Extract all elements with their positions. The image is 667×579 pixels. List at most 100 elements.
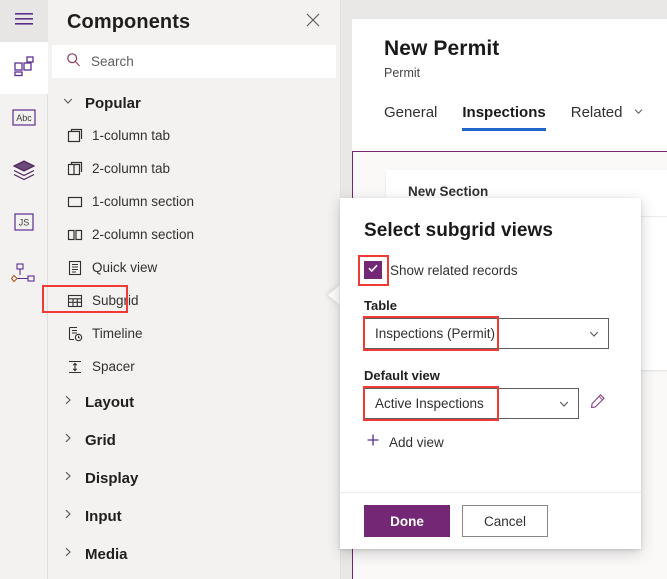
svg-text:JS: JS — [19, 217, 30, 227]
chevron-right-icon — [62, 393, 74, 411]
one-column-tab-icon — [66, 127, 83, 144]
chevron-down-icon — [62, 94, 74, 112]
component-item-1-column-section[interactable]: 1-column section — [48, 185, 340, 218]
app-root: Abc JS Components Search Popular 1-colum… — [0, 0, 667, 579]
group-label: Grid — [85, 431, 116, 449]
component-item-subgrid[interactable]: Subgrid — [42, 284, 340, 317]
group-label: Display — [85, 469, 139, 487]
component-item-1-column-tab[interactable]: 1-column tab — [48, 119, 340, 152]
pencil-icon — [590, 393, 606, 414]
timeline-icon — [66, 325, 83, 342]
dialog-footer: Done Cancel — [340, 492, 641, 549]
show-related-records-row: Show related records — [358, 255, 619, 286]
rail-item-components[interactable] — [0, 42, 48, 94]
component-item-timeline[interactable]: Timeline — [48, 317, 340, 350]
table-dropdown[interactable]: Inspections (Permit) — [364, 318, 609, 349]
section-title: New Section — [408, 184, 489, 199]
group-header-display[interactable]: Display — [48, 459, 340, 497]
component-label: Timeline — [92, 326, 143, 341]
components-panel-header: Components — [48, 0, 340, 45]
spacer-icon — [66, 358, 83, 375]
component-label: 1-column section — [92, 194, 195, 209]
component-label: Subgrid — [92, 293, 139, 308]
group-header-layout[interactable]: Layout — [48, 383, 340, 421]
checkmark-icon — [367, 261, 379, 279]
search-icon — [66, 52, 81, 72]
group-header-ai-builder[interactable]: AI Builder — [48, 573, 340, 579]
flow-node-icon — [10, 262, 37, 290]
cancel-button[interactable]: Cancel — [462, 505, 548, 537]
component-label: Spacer — [92, 359, 135, 374]
abc-icon: Abc — [11, 108, 37, 132]
tab-general[interactable]: General — [384, 104, 437, 131]
done-button[interactable]: Done — [364, 505, 450, 537]
add-view-button[interactable]: Add view — [364, 433, 619, 452]
add-view-label: Add view — [389, 435, 444, 450]
js-icon: JS — [12, 212, 36, 237]
rail-item-tree-view[interactable] — [0, 146, 48, 198]
quick-view-icon — [66, 259, 83, 276]
subgrid-icon — [66, 292, 83, 309]
rail-item-flow[interactable] — [0, 250, 48, 302]
chevron-right-icon — [62, 431, 74, 449]
layers-icon — [12, 159, 36, 186]
close-icon — [306, 13, 320, 32]
component-list: Popular 1-column tab 2-column tab 1-colu… — [42, 87, 340, 579]
one-column-section-icon — [66, 193, 83, 210]
table-dropdown-value: Inspections (Permit) — [375, 326, 496, 341]
default-view-dropdown-value: Active Inspections — [375, 396, 484, 411]
group-label: Popular — [85, 94, 141, 112]
group-label: Media — [85, 545, 128, 563]
default-view-field-row: Active Inspections — [363, 386, 619, 421]
form-entity-name: Permit — [384, 66, 421, 80]
page-title: Components — [67, 11, 191, 33]
svg-text:Abc: Abc — [16, 113, 32, 123]
table-field-label: Table — [364, 298, 397, 313]
components-panel: Components Search Popular 1-column tab 2… — [42, 0, 341, 579]
tab-related-label: Related — [570, 104, 623, 121]
dialog-title: Select subgrid views — [364, 220, 553, 241]
rail-item-code[interactable]: JS — [0, 198, 48, 250]
components-grid-icon — [12, 54, 36, 83]
chevron-down-icon — [558, 398, 570, 410]
default-view-dropdown[interactable]: Active Inspections — [364, 388, 579, 419]
component-label: 1-column tab — [92, 128, 171, 143]
group-label: Layout — [85, 393, 135, 411]
dialog-body: Select subgrid views Show related record… — [340, 198, 641, 492]
select-subgrid-views-dialog: Select subgrid views Show related record… — [340, 198, 641, 549]
group-header-popular[interactable]: Popular — [48, 87, 340, 119]
component-item-quick-view[interactable]: Quick view — [48, 251, 340, 284]
search-placeholder-text: Search — [91, 54, 134, 69]
rail-item-text[interactable]: Abc — [0, 94, 48, 146]
group-header-media[interactable]: Media — [48, 535, 340, 573]
table-field-row: Inspections (Permit) — [363, 316, 619, 351]
two-column-tab-icon — [66, 160, 83, 177]
show-related-records-checkbox[interactable] — [364, 261, 382, 279]
show-related-records-label: Show related records — [390, 262, 518, 278]
group-header-grid[interactable]: Grid — [48, 421, 340, 459]
search-input[interactable]: Search — [52, 45, 336, 78]
component-item-2-column-tab[interactable]: 2-column tab — [48, 152, 340, 185]
hamburger-icon — [15, 12, 33, 31]
component-item-2-column-section[interactable]: 2-column section — [48, 218, 340, 251]
chevron-down-icon — [633, 104, 644, 121]
tab-inspections[interactable]: Inspections — [462, 104, 547, 131]
component-label: Quick view — [92, 260, 158, 275]
chevron-right-icon — [62, 469, 74, 487]
edit-view-button[interactable] — [588, 393, 608, 414]
form-tab-strip: General Inspections Related — [384, 104, 644, 131]
plus-icon — [366, 433, 380, 452]
group-header-input[interactable]: Input — [48, 497, 340, 535]
close-panel-button[interactable] — [300, 10, 326, 36]
hamburger-menu-button[interactable] — [0, 0, 48, 42]
chevron-down-icon — [588, 328, 600, 340]
default-view-field-label: Default view — [364, 368, 440, 383]
two-column-section-icon — [66, 226, 83, 243]
form-record-title: New Permit — [384, 37, 500, 60]
left-icon-rail: Abc JS — [0, 0, 48, 579]
component-item-spacer[interactable]: Spacer — [48, 350, 340, 383]
tab-related[interactable]: Related — [571, 104, 644, 131]
component-label: 2-column tab — [92, 161, 171, 176]
chevron-right-icon — [62, 507, 74, 525]
component-label: 2-column section — [92, 227, 195, 242]
